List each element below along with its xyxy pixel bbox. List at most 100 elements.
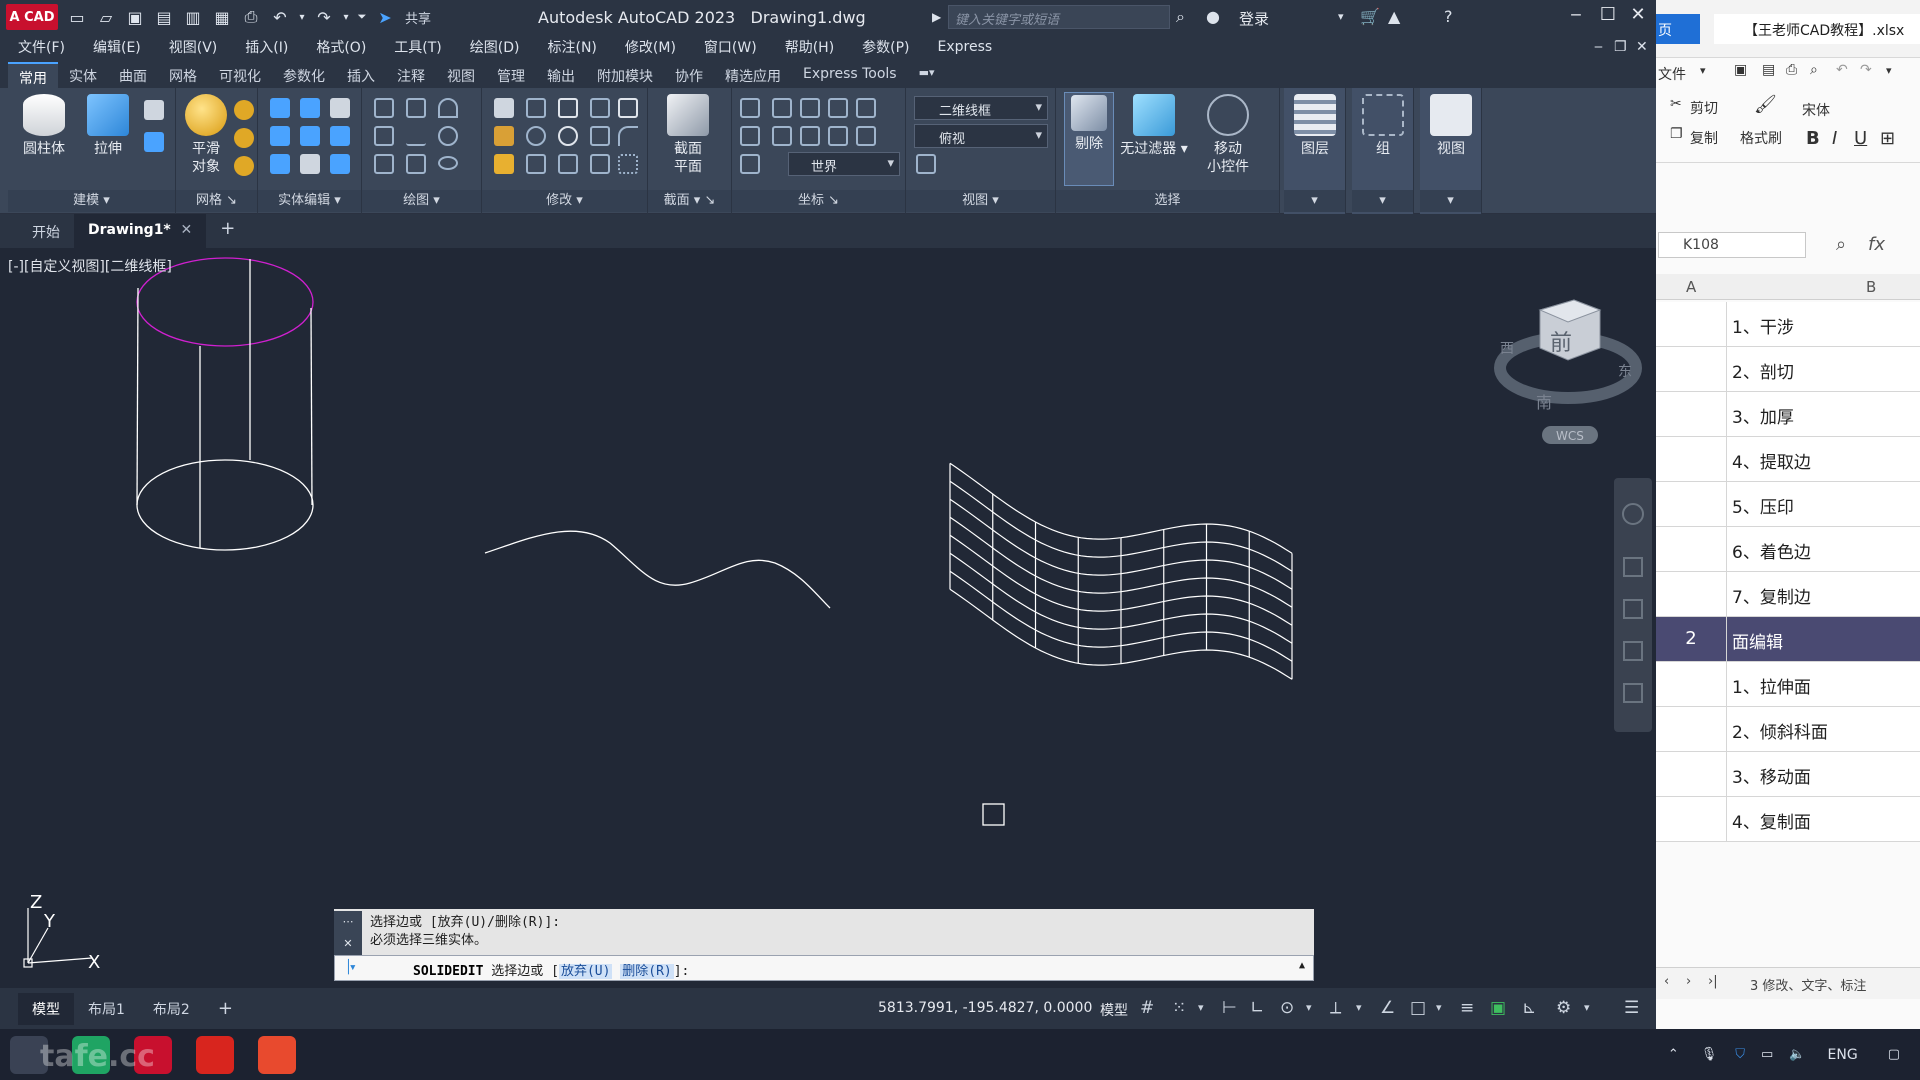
3d-align-icon[interactable] <box>526 98 546 118</box>
presspull-icon[interactable] <box>144 132 164 152</box>
function-icon[interactable]: fx <box>1868 234 1885 255</box>
doc-minimize-button[interactable]: ‒ <box>1594 39 1603 55</box>
print-preview-icon[interactable]: ⌕ <box>1810 62 1818 78</box>
3d-rotate-icon[interactable] <box>526 126 546 146</box>
redo-dropdown-icon[interactable]: ▾ <box>340 5 352 29</box>
cell-a[interactable] <box>1656 572 1727 617</box>
redo-icon[interactable]: ↷ <box>311 5 337 29</box>
polygon-icon[interactable] <box>374 154 394 174</box>
osnap-dropdown-icon[interactable]: ▾ <box>1436 1001 1442 1014</box>
column-header-a[interactable]: A <box>1686 278 1696 296</box>
cell-a[interactable] <box>1656 347 1727 392</box>
export-icon[interactable]: ▤ <box>1762 62 1775 78</box>
cell-a[interactable] <box>1656 707 1727 752</box>
help-search-input[interactable]: 键入关键字或短语 <box>948 5 1170 29</box>
workspace-dropdown-icon[interactable]: ▾ <box>1584 1001 1590 1014</box>
grid-icon[interactable]: # <box>1140 998 1154 1018</box>
offset-icon[interactable] <box>526 154 546 174</box>
separate-icon[interactable] <box>330 98 350 118</box>
ucs-world-icon[interactable] <box>772 98 792 118</box>
command-option-undo[interactable]: 放弃(U) <box>558 964 613 979</box>
print-icon[interactable]: ⎙ <box>1786 62 1797 78</box>
cell-b[interactable]: 面编辑 <box>1732 628 1783 653</box>
snap-icon[interactable]: ⁙ <box>1172 998 1186 1018</box>
cart-icon[interactable]: 🛒 <box>1360 7 1380 26</box>
volume-icon[interactable]: 🔈 <box>1789 1047 1805 1062</box>
lineweight-icon[interactable]: ≡ <box>1460 998 1474 1018</box>
tab-insert[interactable]: 插入 <box>336 62 386 88</box>
subtract-icon[interactable] <box>300 98 320 118</box>
file-menu[interactable]: 文件 <box>1658 64 1686 84</box>
tab-visualize[interactable]: 可视化 <box>208 62 272 88</box>
arc-icon[interactable] <box>438 98 458 118</box>
bold-button[interactable]: B <box>1806 128 1820 149</box>
workspace-gear-icon[interactable]: ⚙ <box>1556 998 1571 1018</box>
panel-label-modeling[interactable]: 建模 ▾ <box>8 190 175 212</box>
smooth-object-button[interactable]: 平滑 对象 <box>178 94 234 176</box>
dynamic-ucs-icon[interactable]: ⊾ <box>1522 998 1536 1018</box>
menu-window[interactable]: 窗口(W) <box>704 37 757 57</box>
ucs-face-icon[interactable] <box>740 126 760 146</box>
help-icon[interactable]: ? <box>1444 7 1453 26</box>
model-space-button[interactable]: 模型 <box>1100 1000 1128 1020</box>
ortho-icon[interactable]: ∟ <box>1250 998 1264 1018</box>
copy-icon[interactable] <box>590 154 610 174</box>
command-option-remove[interactable]: 删除(R) <box>620 964 674 979</box>
shell-icon[interactable] <box>330 154 350 174</box>
ucs-icon[interactable] <box>740 98 760 118</box>
save-icon[interactable]: ▣ <box>1734 62 1747 78</box>
share-label[interactable]: 共享 <box>405 8 431 27</box>
3d-polyline-icon[interactable] <box>406 98 426 118</box>
viewcube-east-label[interactable]: 东 <box>1618 364 1632 380</box>
menu-parameters[interactable]: 参数(P) <box>862 37 909 57</box>
command-history-toggle-icon[interactable]: ▲ <box>1299 960 1305 971</box>
autodesk-app-icon[interactable]: ▲ <box>1388 7 1400 26</box>
borders-icon[interactable]: ⊞ <box>1880 128 1895 149</box>
viewcube-south-label[interactable]: 南 <box>1536 393 1552 412</box>
tab-solid[interactable]: 实体 <box>58 62 108 88</box>
viewport-config-icon[interactable] <box>916 154 936 174</box>
ucs-world-dropdown[interactable]: 世界 <box>788 152 900 176</box>
command-line-input[interactable]: ▕▾ SOLIDEDIT 选择边或 [放弃(U) 删除(R)]: ▲ <box>334 955 1314 981</box>
table-row[interactable]: 6、着色边 <box>1656 527 1920 572</box>
visual-style-dropdown[interactable]: 二维线框 <box>914 96 1048 120</box>
line-icon[interactable] <box>406 126 426 146</box>
cell-a[interactable] <box>1656 527 1727 572</box>
3d-array-icon[interactable] <box>590 98 610 118</box>
panel-label-view[interactable]: 视图 ▾ <box>906 190 1055 212</box>
culling-button[interactable]: 剔除 <box>1064 92 1114 186</box>
table-row[interactable]: 2、倾斜科面 <box>1656 707 1920 752</box>
table-row[interactable]: 5、压印 <box>1656 482 1920 527</box>
ucs-named-icon[interactable] <box>740 154 760 174</box>
spline-curve[interactable] <box>484 530 831 609</box>
layers-expand-icon[interactable]: ▾ <box>1284 190 1345 212</box>
ucs-origin-icon[interactable] <box>800 98 820 118</box>
isodraft-dropdown-icon[interactable]: ▾ <box>1356 1001 1362 1014</box>
mesh-refine-icon[interactable] <box>234 156 254 176</box>
doc-restore-button[interactable]: ❐ <box>1614 39 1627 55</box>
format-painter-icon[interactable]: 🖌 <box>1754 94 1777 115</box>
ribbon-minimize-icon[interactable]: ▬▾ <box>908 62 946 88</box>
rotate-icon[interactable] <box>558 126 578 146</box>
open-folder-icon[interactable]: ▱ <box>93 5 119 29</box>
close-button[interactable]: ✕ <box>1624 4 1652 28</box>
redo-icon[interactable]: ↷ <box>1860 62 1872 78</box>
tab-mesh[interactable]: 网格 <box>158 62 208 88</box>
snap-dropdown-icon[interactable]: ▾ <box>1198 1001 1204 1014</box>
new-file-icon[interactable]: ▭ <box>64 5 90 29</box>
cell-a[interactable] <box>1656 482 1727 527</box>
security-shield-icon[interactable]: ⛉ <box>1735 1047 1745 1062</box>
polar-dropdown-icon[interactable]: ▾ <box>1306 1001 1312 1014</box>
customize-qat-icon[interactable]: ⏷ <box>355 5 369 29</box>
union-icon[interactable] <box>270 98 290 118</box>
section-plane-button[interactable]: 截面 平面 <box>660 94 716 176</box>
new-layout-button[interactable]: + <box>204 992 247 1025</box>
cylinder-wireframe[interactable] <box>136 257 314 551</box>
tab-express-tools[interactable]: Express Tools <box>792 62 908 88</box>
drawing-viewport[interactable]: Z Y X 前 西 东 南 WCS [-][自定义视图][二维线框] <box>0 248 1656 988</box>
file-menu-dropdown-icon[interactable]: ▾ <box>1700 64 1706 77</box>
polyline-icon[interactable] <box>374 98 394 118</box>
ucs-object-icon[interactable] <box>856 98 876 118</box>
copy-icon[interactable]: ❐ <box>1670 126 1683 142</box>
transparency-icon[interactable]: ▣ <box>1490 998 1506 1018</box>
